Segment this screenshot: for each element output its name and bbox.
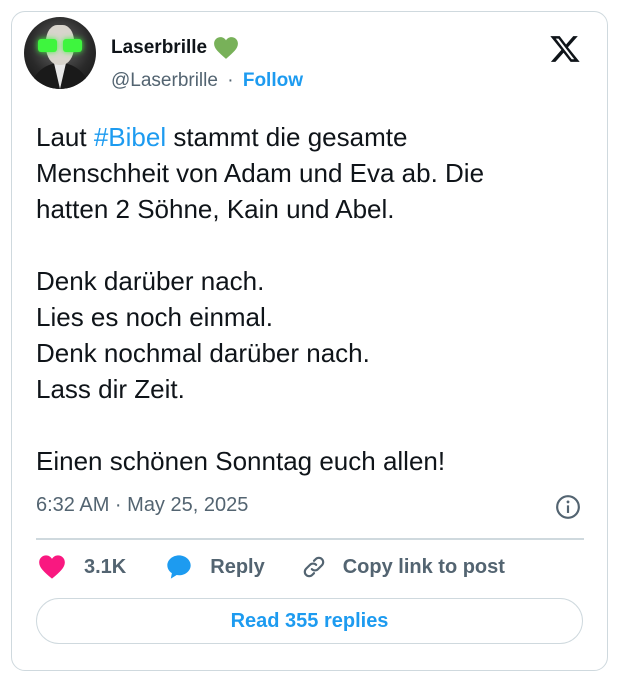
info-icon[interactable] — [555, 494, 581, 520]
copy-link-button[interactable]: Copy link to post — [301, 554, 505, 580]
reply-label: Reply — [210, 555, 265, 578]
action-bar: 3.1K Reply Copy link to post — [38, 553, 505, 581]
divider — [36, 538, 584, 540]
copy-link-label: Copy link to post — [342, 555, 505, 578]
reply-bubble-icon — [167, 555, 191, 579]
user-handle[interactable]: @Laserbrille — [111, 70, 218, 91]
follow-button[interactable]: Follow — [243, 70, 303, 91]
handle-row: @Laserbrille · Follow — [111, 70, 303, 92]
reply-button[interactable]: Reply — [164, 553, 265, 581]
tweet-line: Lass dir Zeit. — [36, 374, 185, 404]
link-icon — [303, 556, 324, 578]
tweet-line: hatten 2 Söhne, Kain und Abel. — [36, 194, 395, 224]
timestamp[interactable]: 6:32 AM · May 25, 2025 — [36, 494, 248, 517]
like-count: 3.1K — [84, 555, 127, 578]
tweet-line: Einen schönen Sonntag euch allen! — [36, 446, 446, 476]
display-name[interactable]: Laserbrille — [111, 37, 207, 59]
heart-icon — [39, 555, 65, 579]
tweet-line: Lies es noch einmal. — [36, 302, 274, 332]
separator-dot: · — [227, 70, 234, 91]
green-heart-icon — [214, 37, 239, 59]
tweet-text: Laut #Bibel stammt die gesamte Menschhei… — [36, 119, 576, 479]
avatar[interactable] — [24, 17, 96, 89]
tweet-line: Denk nochmal darüber nach. — [36, 338, 370, 368]
read-replies-label: Read 355 replies — [230, 609, 389, 632]
author-name-row: Laserbrille — [111, 36, 239, 60]
laser-glasses-icon — [38, 39, 82, 52]
read-replies-button[interactable]: Read 355 replies — [36, 598, 583, 644]
hashtag-link[interactable]: #Bibel — [94, 122, 166, 152]
like-button[interactable]: 3.1K — [38, 554, 126, 580]
tweet-line: Menschheit von Adam und Eva ab. Die — [36, 158, 485, 188]
tweet-line: Laut #Bibel stammt die gesamte — [36, 122, 408, 152]
tweet-line: Denk darüber nach. — [36, 266, 265, 296]
x-logo-icon[interactable] — [548, 33, 582, 65]
